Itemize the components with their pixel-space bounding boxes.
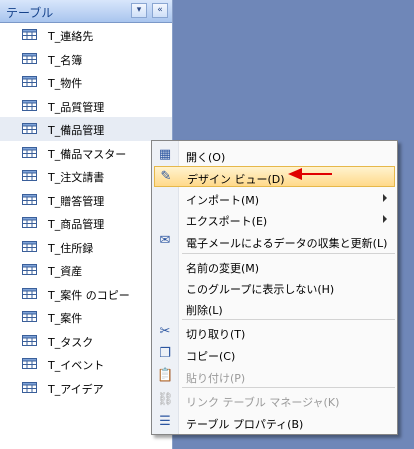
menu-item-label: 切り取り(T) <box>186 328 246 341</box>
menu-item-label: デザイン ビュー(D) <box>187 173 285 186</box>
menu-separator <box>182 387 395 388</box>
nav-item-label: T_タスク <box>48 335 94 349</box>
design-view-icon: ✎ <box>160 169 172 184</box>
nav-item-label: T_案件 のコピー <box>48 288 130 302</box>
nav-item-table[interactable]: T_物件 <box>0 70 172 94</box>
menu-item: ⛓ リンク テーブル マネージャ(K) <box>154 390 395 411</box>
submenu-arrow-icon <box>383 194 387 202</box>
navigation-pane: テーブル ▾ « T_連絡先 T_名簿 T_物件 T_品質管理 T_備品管理 T_備品マス… <box>0 0 173 449</box>
table-icon <box>22 170 37 181</box>
nav-item-label: T_物件 <box>48 77 83 90</box>
table-icon <box>22 311 37 322</box>
menu-item-label: 開く(O) <box>186 151 226 164</box>
nav-item-table[interactable]: T_注文請書 <box>0 164 172 188</box>
menu-item[interactable]: ✎ デザイン ビュー(D) <box>154 166 395 187</box>
nav-table-list: T_連絡先 T_名簿 T_物件 T_品質管理 T_備品管理 T_備品マスター T_注文請書 T… <box>0 23 172 399</box>
open-table-icon: ▦ <box>158 147 172 162</box>
nav-item-table[interactable]: T_イベント <box>0 352 172 376</box>
collect-data-icon: ✉ <box>159 233 171 248</box>
menu-item[interactable]: ✂ 切り取り(T) <box>154 322 395 343</box>
nav-item-table[interactable]: T_贈答管理 <box>0 188 172 212</box>
nav-item-table[interactable]: T_商品管理 <box>0 211 172 235</box>
nav-item-table[interactable]: T_タスク <box>0 329 172 353</box>
nav-pane-title: テーブル <box>6 6 54 20</box>
nav-item-label: T_資産 <box>48 265 83 278</box>
nav-item-table[interactable]: T_名簿 <box>0 47 172 71</box>
menu-item-label: テーブル プロパティ(B) <box>186 418 304 431</box>
nav-item-table[interactable]: T_案件 のコピー <box>0 282 172 306</box>
nav-item-label: T_イベント <box>48 359 105 372</box>
table-icon <box>22 146 37 158</box>
table-properties-icon: ☰ <box>159 414 171 429</box>
menu-item[interactable]: インポート(M) <box>154 188 395 209</box>
menu-item[interactable]: ▦ 開く(O) <box>154 145 395 166</box>
menu-item-label: インポート(M) <box>186 194 260 207</box>
nav-item-label: T_名簿 <box>48 53 83 67</box>
table-icon <box>22 240 37 252</box>
nav-item-table[interactable]: T_備品管理 <box>0 117 172 141</box>
context-menu: ▦ 開く(O) ✎ デザイン ビュー(D) インポート(M) エクスポート(E) ✉ 電子メー… <box>151 140 398 435</box>
menu-item-label: エクスポート(E) <box>186 215 268 228</box>
nav-item-table[interactable]: T_連絡先 <box>0 23 172 47</box>
nav-item-label: T_商品管理 <box>48 218 105 231</box>
table-icon <box>22 334 37 346</box>
nav-item-table[interactable]: T_住所録 <box>0 235 172 259</box>
menu-separator <box>182 319 395 320</box>
nav-item-label: T_注文請書 <box>48 171 105 184</box>
table-icon <box>22 193 37 205</box>
nav-item-label: T_備品マスター <box>48 147 127 161</box>
table-icon <box>22 99 37 111</box>
red-arrow-annotation <box>288 168 332 180</box>
collapse-pane-icon[interactable]: « <box>152 3 168 18</box>
nav-item-table[interactable]: T_品質管理 <box>0 94 172 118</box>
table-icon <box>22 29 37 40</box>
copy-icon: ❐ <box>159 346 171 361</box>
nav-item-label: T_案件 <box>48 312 83 325</box>
scissors-icon: ✂ <box>159 324 171 339</box>
menu-item-label: 削除(L) <box>186 304 223 317</box>
menu-item-label: このグループに表示しない(H) <box>186 283 335 296</box>
menu-item-label: 名前の変更(M) <box>186 262 260 275</box>
nav-item-label: T_品質管理 <box>48 100 105 114</box>
table-icon <box>22 358 37 369</box>
paste-icon: 📋 <box>157 368 174 383</box>
menu-item: 📋 貼り付け(P) <box>154 366 395 387</box>
menu-item[interactable]: ☰ テーブル プロパティ(B) <box>154 412 395 433</box>
menu-item[interactable]: 名前の変更(M) <box>154 256 395 277</box>
nav-item-table[interactable]: T_資産 <box>0 258 172 282</box>
menu-item[interactable]: 削除(L) <box>154 298 395 319</box>
table-icon <box>22 217 37 228</box>
table-icon <box>22 381 37 393</box>
nav-item-label: T_贈答管理 <box>48 194 105 208</box>
nav-item-table[interactable]: T_備品マスター <box>0 141 172 165</box>
nav-pane-header: テーブル ▾ « <box>0 0 172 23</box>
nav-item-label: T_連絡先 <box>48 30 94 43</box>
nav-item-table[interactable]: T_案件 <box>0 305 172 329</box>
table-icon <box>22 264 37 275</box>
table-icon <box>22 52 37 64</box>
chevron-down-icon[interactable]: ▾ <box>131 3 147 18</box>
menu-item-label: 貼り付け(P) <box>186 372 246 385</box>
submenu-arrow-icon <box>383 215 387 223</box>
table-icon <box>22 287 37 299</box>
linked-table-manager-icon: ⛓ <box>157 392 174 407</box>
table-icon <box>22 76 37 87</box>
menu-item[interactable]: このグループに表示しない(H) <box>154 277 395 298</box>
menu-separator <box>182 253 395 254</box>
menu-item[interactable]: ❐ コピー(C) <box>154 344 395 365</box>
menu-item-label: 電子メールによるデータの収集と更新(L) <box>186 237 388 250</box>
menu-item[interactable]: ✉ 電子メールによるデータの収集と更新(L) <box>154 231 395 252</box>
menu-item-label: リンク テーブル マネージャ(K) <box>186 396 340 409</box>
nav-item-label: T_備品管理 <box>48 124 105 137</box>
nav-item-label: T_住所録 <box>48 241 94 255</box>
table-icon <box>22 123 37 134</box>
nav-item-label: T_アイデア <box>48 382 104 396</box>
menu-item[interactable]: エクスポート(E) <box>154 209 395 230</box>
nav-item-table[interactable]: T_アイデア <box>0 376 172 400</box>
menu-item-label: コピー(C) <box>186 350 236 363</box>
